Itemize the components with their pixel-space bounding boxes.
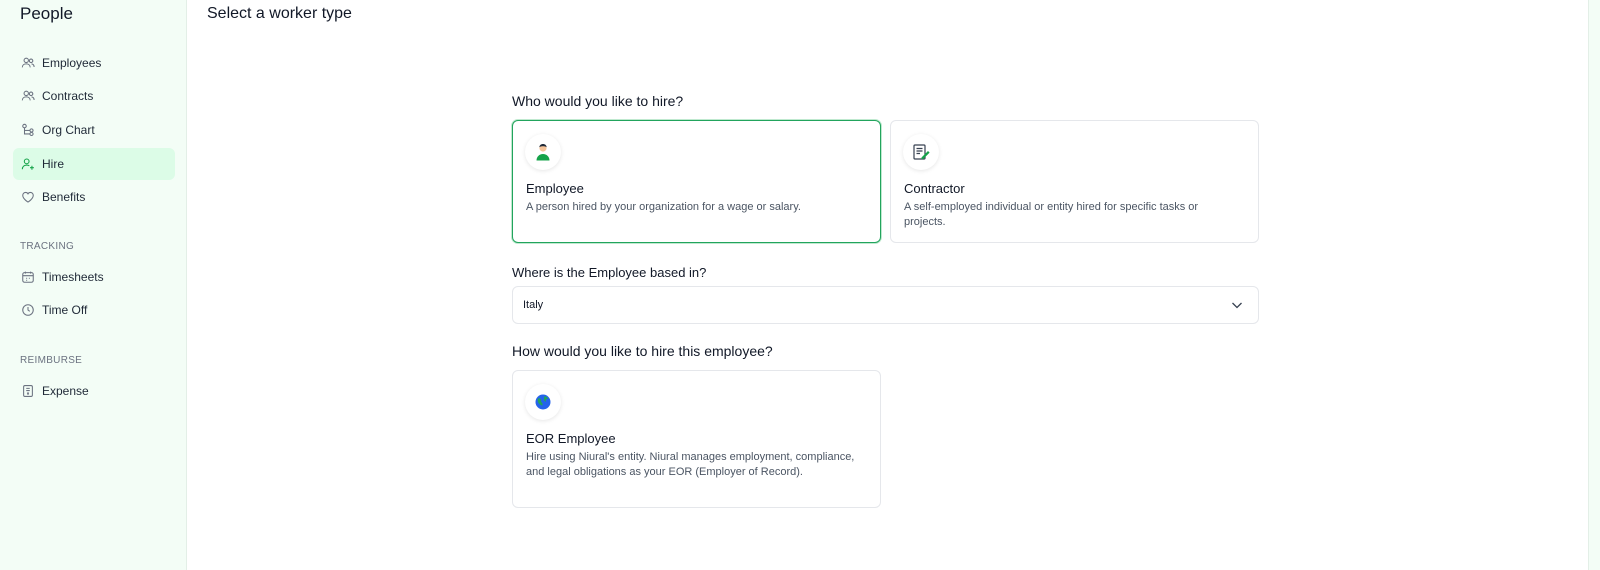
sidebar: People Employees Contracts Org Chart Hir… (0, 0, 187, 570)
sidebar-item-benefits[interactable]: Benefits (13, 181, 175, 213)
card-title: Contractor (904, 181, 965, 196)
sidebar-item-label: Org Chart (42, 123, 95, 137)
card-title: EOR Employee (526, 431, 616, 446)
sidebar-item-label: Employees (42, 56, 102, 70)
users-icon (21, 56, 35, 70)
country-select-value: Italy (523, 299, 544, 311)
clock-icon (21, 303, 35, 317)
location-question: Where is the Employee based in? (512, 265, 707, 280)
worker-type-card-employee[interactable]: Employee A person hired by your organiza… (512, 120, 881, 243)
sidebar-item-hire[interactable]: Hire (13, 148, 175, 180)
sidebar-item-timesheets[interactable]: Timesheets (13, 261, 175, 293)
card-title: Employee (526, 181, 584, 196)
how-question: How would you like to hire this employee… (512, 343, 773, 359)
sidebar-item-time-off[interactable]: Time Off (13, 294, 175, 326)
card-description: A person hired by your organization for … (526, 201, 801, 213)
sidebar-item-label: Contracts (42, 89, 94, 103)
user-plus-icon (21, 157, 35, 171)
section-label-reimburse: REIMBURSE (20, 355, 83, 366)
org-chart-icon (21, 123, 35, 137)
sidebar-item-org-chart[interactable]: Org Chart (13, 114, 175, 146)
hire-method-card-eor[interactable]: EOR Employee Hire using Niural's entity.… (512, 370, 881, 508)
document-pen-icon (903, 134, 939, 170)
card-description: A self-employed individual or entity hir… (904, 201, 1199, 228)
calendar-icon (21, 270, 35, 284)
receipt-icon (21, 384, 35, 398)
sidebar-item-label: Expense (42, 384, 89, 398)
country-select[interactable]: Italy (512, 286, 1259, 324)
sidebar-item-contracts[interactable]: Contracts (13, 80, 175, 112)
globe-icon (525, 384, 561, 420)
sidebar-item-label: Hire (42, 157, 65, 171)
worker-type-card-contractor[interactable]: Contractor A self-employed individual or… (890, 120, 1259, 243)
card-description: Hire using Niural's entity. Niural manag… (526, 451, 855, 478)
heart-icon (21, 190, 35, 204)
users-icon (21, 89, 35, 103)
section-label-tracking: TRACKING (20, 241, 75, 252)
page-title: Select a worker type (207, 5, 352, 22)
sidebar-item-label: Time Off (42, 303, 88, 317)
person-icon (525, 134, 561, 170)
sidebar-item-label: Timesheets (42, 270, 104, 284)
sidebar-title: People (20, 4, 73, 23)
sidebar-item-expense[interactable]: Expense (13, 375, 175, 407)
sidebar-item-employees[interactable]: Employees (13, 47, 175, 79)
chevron-down-icon (1230, 298, 1244, 312)
who-question: Who would you like to hire? (512, 93, 684, 109)
right-edge-panel (1588, 0, 1600, 570)
sidebar-item-label: Benefits (42, 190, 86, 204)
